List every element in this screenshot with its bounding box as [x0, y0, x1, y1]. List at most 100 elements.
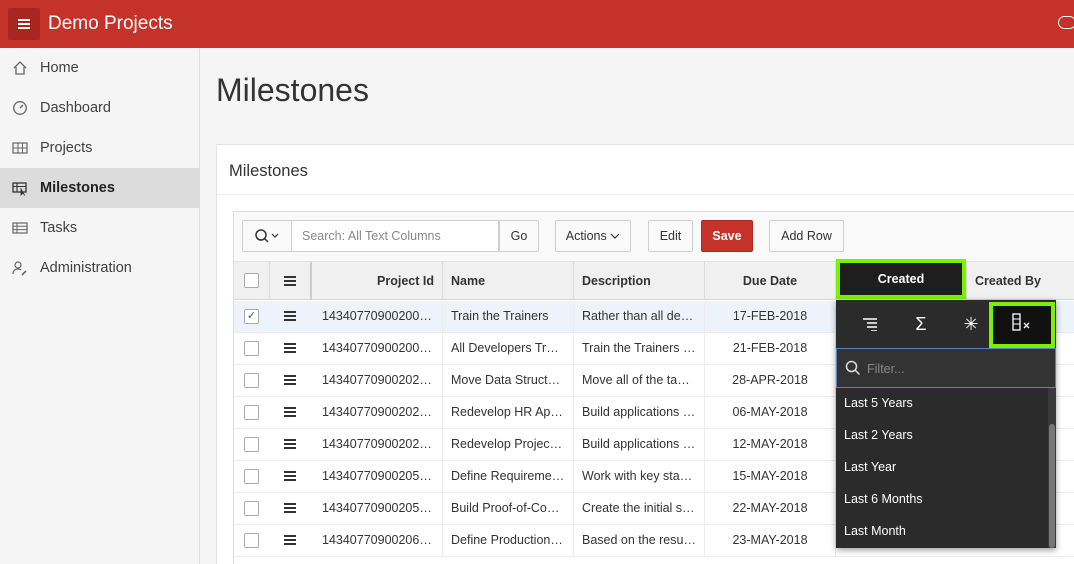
sidebar-item-dashboard[interactable]: Dashboard: [0, 88, 199, 128]
cell-due-date[interactable]: 06-MAY-2018: [705, 397, 836, 429]
filter-option[interactable]: Last 5 Years: [844, 396, 913, 410]
column-filter-box: [836, 348, 1056, 388]
sidebar-item-home[interactable]: Home: [0, 48, 199, 88]
top-bar: Demo Projects: [0, 0, 1074, 48]
row-select-checkbox[interactable]: [244, 533, 259, 548]
sidebar-item-projects[interactable]: Projects: [0, 128, 199, 168]
gauge-icon: [13, 101, 27, 115]
cell-due-date[interactable]: 23-MAY-2018: [705, 525, 836, 557]
cell-description[interactable]: Train the Trainers …: [574, 333, 705, 365]
filter-option[interactable]: Last Year: [844, 460, 896, 474]
freeze-icon[interactable]: ✳: [951, 304, 991, 344]
cell-description[interactable]: Move all of the tab…: [574, 365, 705, 397]
aggregate-icon[interactable]: Σ: [901, 304, 941, 344]
cell-name[interactable]: Define Production …: [443, 525, 574, 557]
row-select-checkbox[interactable]: [244, 373, 259, 388]
chevron-down-icon: [610, 233, 620, 239]
cell-description[interactable]: Rather than all dev…: [574, 301, 705, 333]
cell-name[interactable]: Redevelop HR Ap…: [443, 397, 574, 429]
row-actions-icon[interactable]: [284, 375, 296, 386]
cell-description[interactable]: Build applications …: [574, 397, 705, 429]
cell-description[interactable]: Work with key stak…: [574, 461, 705, 493]
popup-scrollbar-thumb[interactable]: [1049, 424, 1055, 548]
cell-project-id[interactable]: 143407709002023…: [314, 365, 443, 397]
row-actions-icon[interactable]: [284, 471, 296, 482]
sidebar-item-tasks[interactable]: Tasks: [0, 208, 199, 248]
cell-project-id[interactable]: 143407709002051…: [314, 493, 443, 525]
column-header-due-date[interactable]: Due Date: [705, 262, 836, 300]
cell-name[interactable]: Build Proof-of-Con…: [443, 493, 574, 525]
select-all-checkbox[interactable]: [244, 273, 259, 288]
row-actions-icon[interactable]: [284, 407, 296, 418]
column-header-project-id[interactable]: Project Id: [312, 262, 443, 300]
row-actions-icon[interactable]: [284, 311, 296, 322]
row-select-checkbox[interactable]: [244, 501, 259, 516]
row-select-checkbox[interactable]: ✓: [244, 309, 259, 324]
home-icon: [13, 61, 27, 75]
row-actions-icon[interactable]: [284, 503, 296, 514]
row-actions-icon[interactable]: [284, 439, 296, 450]
cell-project-id[interactable]: 143407709002067…: [314, 525, 443, 557]
search-column-selector[interactable]: [242, 220, 292, 252]
search-icon: [845, 360, 861, 376]
search-icon: [255, 229, 279, 243]
cell-due-date[interactable]: 22-MAY-2018: [705, 493, 836, 525]
cell-description[interactable]: Based on the resul…: [574, 525, 705, 557]
sidebar-item-milestones[interactable]: Milestones: [0, 168, 199, 208]
save-button[interactable]: Save: [701, 220, 753, 252]
cell-project-id[interactable]: 143407709002051…: [314, 461, 443, 493]
add-row-button[interactable]: Add Row: [769, 220, 844, 252]
cell-due-date[interactable]: 28-APR-2018: [705, 365, 836, 397]
cell-project-id[interactable]: 143407709002008…: [314, 301, 443, 333]
user-wrench-icon: [12, 261, 27, 276]
region-title: Milestones: [229, 162, 308, 180]
row-select-checkbox[interactable]: [244, 469, 259, 484]
sidebar-item-administration[interactable]: Administration: [0, 248, 199, 288]
row-select-checkbox[interactable]: [244, 437, 259, 452]
filter-option[interactable]: Last 6 Months: [844, 492, 923, 506]
grid-toolbar: Search: All Text Columns Go Actions Edit…: [234, 212, 1074, 262]
cell-due-date[interactable]: 12-MAY-2018: [705, 429, 836, 461]
row-actions-icon[interactable]: [284, 535, 296, 546]
sidebar-item-label: Tasks: [40, 220, 78, 236]
cell-project-id[interactable]: 143407709002023…: [314, 429, 443, 461]
milestones-icon: [12, 182, 27, 196]
cell-due-date[interactable]: 21-FEB-2018: [705, 333, 836, 365]
cell-name[interactable]: Train the Trainers: [443, 301, 574, 333]
go-button[interactable]: Go: [499, 220, 539, 252]
edit-button[interactable]: Edit: [648, 220, 693, 252]
sidebar-item-label: Milestones: [40, 180, 115, 196]
row-actions-icon[interactable]: [284, 276, 296, 287]
app-title[interactable]: Demo Projects: [48, 13, 173, 35]
row-actions-icon[interactable]: [284, 343, 296, 354]
column-header-description[interactable]: Description: [574, 262, 705, 300]
column-header-menu: Σ ✳ Last 5 Years Last 2 Years Last Year …: [836, 300, 1056, 548]
control-break-icon[interactable]: [850, 304, 890, 344]
feedback-icon[interactable]: [1058, 16, 1074, 29]
cell-due-date[interactable]: 17-FEB-2018: [705, 301, 836, 333]
cell-description[interactable]: Build applications …: [574, 429, 705, 461]
cell-name[interactable]: Move Data Structu…: [443, 365, 574, 397]
cell-project-id[interactable]: 143407709002023…: [314, 397, 443, 429]
hide-column-icon[interactable]: [989, 302, 1055, 348]
column-filter-input[interactable]: [867, 359, 1047, 379]
cell-name[interactable]: All Developers Trai…: [443, 333, 574, 365]
filter-option[interactable]: Last Month: [844, 524, 906, 538]
cell-description[interactable]: Create the initial s…: [574, 493, 705, 525]
sidebar-item-label: Dashboard: [40, 100, 111, 116]
actions-button[interactable]: Actions: [555, 220, 631, 252]
column-header-created-by[interactable]: Created By: [967, 262, 1074, 300]
row-select-checkbox[interactable]: [244, 405, 259, 420]
cell-project-id[interactable]: 143407709002008…: [314, 333, 443, 365]
hamburger-menu-button[interactable]: [8, 8, 40, 40]
cell-name[interactable]: Redevelop Project …: [443, 429, 574, 461]
cell-due-date[interactable]: 15-MAY-2018: [705, 461, 836, 493]
select-all-cell: [234, 262, 270, 300]
created-column-header-active[interactable]: Created: [836, 259, 966, 299]
filter-option[interactable]: Last 2 Years: [844, 428, 913, 442]
row-select-checkbox[interactable]: [244, 341, 259, 356]
table-icon: [12, 142, 28, 154]
column-header-name[interactable]: Name: [443, 262, 574, 300]
cell-name[interactable]: Define Requirements: [443, 461, 574, 493]
search-input[interactable]: Search: All Text Columns: [292, 220, 499, 252]
